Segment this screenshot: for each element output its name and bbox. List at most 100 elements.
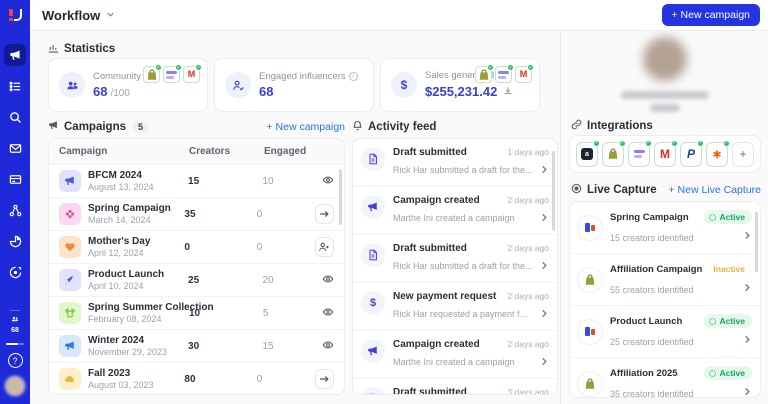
campaign-date: August 13, 2024 bbox=[88, 182, 154, 192]
new-campaign-link[interactable]: + New campaign bbox=[267, 121, 346, 133]
stat-value: 68 bbox=[93, 84, 108, 99]
paypal-integration-icon[interactable]: P ✓ bbox=[680, 139, 704, 167]
activity-desc: Marthe Ini created a campaign bbox=[393, 213, 515, 223]
magento-integration-icon[interactable]: M ✓ bbox=[515, 64, 534, 83]
chevron-right-icon[interactable] bbox=[743, 383, 752, 397]
capture-sub: 15 creators identified bbox=[610, 232, 694, 243]
campaigns-count-badge: 5 bbox=[133, 121, 149, 133]
chevron-right-icon[interactable] bbox=[540, 305, 549, 323]
help-button[interactable]: ? bbox=[7, 353, 23, 368]
link-icon bbox=[571, 119, 582, 133]
live-capture-item[interactable]: Affiliation Campaign Inactive 55 creator… bbox=[570, 254, 760, 306]
new-campaign-button[interactable]: + New campaign bbox=[661, 4, 760, 26]
campaigns-scrollbar[interactable] bbox=[339, 169, 342, 225]
eye-icon[interactable] bbox=[322, 273, 334, 288]
sidebar-item-pie[interactable] bbox=[4, 230, 26, 252]
campaign-row[interactable]: Winter 2024 November 29, 2023 30 15 bbox=[49, 330, 344, 363]
chevron-right-icon[interactable] bbox=[540, 257, 549, 275]
campaign-name: Winter 2024 bbox=[88, 335, 145, 346]
eye-icon[interactable] bbox=[322, 339, 334, 354]
sidebar-item-megaphone[interactable] bbox=[4, 44, 26, 66]
chevron-right-icon[interactable] bbox=[540, 209, 549, 227]
check-badge-icon: ✓ bbox=[195, 64, 202, 71]
capture-name: Product Launch bbox=[610, 315, 683, 327]
community-count-label: 68 bbox=[11, 326, 19, 334]
chevron-right-icon[interactable] bbox=[743, 279, 752, 297]
capture-sub: 35 creators identified bbox=[610, 388, 694, 398]
campaign-row[interactable]: Spring Campaign March 14, 2024 35 0 bbox=[49, 198, 344, 231]
activity-scrollbar[interactable] bbox=[552, 151, 555, 231]
campaign-date: November 29, 2023 bbox=[88, 347, 168, 357]
sidebar-item-card[interactable] bbox=[4, 168, 26, 190]
megaphone-icon bbox=[59, 335, 81, 357]
sidebar-item-list[interactable] bbox=[4, 75, 26, 97]
darkapp-integration-icon[interactable]: a ✓ bbox=[576, 139, 600, 167]
user-plus-icon[interactable] bbox=[314, 237, 334, 257]
stripe-integration-icon[interactable]: ✓ bbox=[628, 139, 652, 167]
live-capture-item[interactable]: Spring Campaign Active 15 creators ident… bbox=[570, 202, 760, 254]
chevron-right-icon[interactable] bbox=[540, 353, 549, 371]
eye-icon[interactable] bbox=[322, 174, 334, 189]
engaged-count: 5 bbox=[262, 307, 269, 319]
activity-item[interactable]: Draft submitted 3 days ago Rick Har subm… bbox=[353, 379, 557, 394]
activity-time: 1 days ago bbox=[507, 147, 549, 157]
chevron-right-icon[interactable] bbox=[743, 331, 752, 349]
check-badge-icon: ✓ bbox=[487, 64, 494, 71]
community-counter[interactable]: 68 bbox=[10, 310, 20, 335]
capture-name: Affiliation 2025 bbox=[610, 367, 678, 379]
download-icon[interactable] bbox=[503, 83, 513, 101]
chevron-down-icon[interactable] bbox=[106, 6, 115, 24]
live-capture-scrollbar[interactable] bbox=[755, 212, 758, 272]
stripe-integration-icon[interactable]: ✓ bbox=[163, 64, 182, 83]
activity-item[interactable]: Draft submitted 2 days ago Rick Har subm… bbox=[353, 235, 557, 283]
live-capture-item[interactable]: Affiliation 2025 Active 35 creators iden… bbox=[570, 358, 760, 398]
user-avatar[interactable] bbox=[5, 376, 25, 396]
heart-icon bbox=[59, 236, 81, 258]
campaign-row[interactable]: Product Launch April 10, 2024 25 20 bbox=[49, 264, 344, 297]
page-title[interactable]: Workflow bbox=[42, 8, 100, 23]
sidebar-item-capture[interactable] bbox=[4, 261, 26, 283]
stripe-integration-icon[interactable]: ✓ bbox=[495, 64, 514, 83]
shopify-integration-icon[interactable]: ✓ bbox=[602, 139, 626, 167]
shopify-integration-icon[interactable]: ✓ bbox=[143, 64, 162, 83]
shopify-integration-icon[interactable]: ✓ bbox=[475, 64, 494, 83]
rocket-icon bbox=[59, 269, 81, 291]
user-profile[interactable] bbox=[561, 31, 768, 115]
new-live-capture-link[interactable]: + New Live Capture bbox=[668, 184, 761, 196]
campaign-row[interactable]: Mother's Day April 12, 2024 0 0 bbox=[49, 231, 344, 264]
activity-item[interactable]: Campaign created 2 days ago Marthe Ini c… bbox=[353, 187, 557, 235]
sidebar-item-search[interactable] bbox=[4, 106, 26, 128]
activity-time: 2 days ago bbox=[507, 339, 549, 349]
sidebar-item-network[interactable] bbox=[4, 199, 26, 221]
live-capture-item[interactable]: Product Launch Active 25 creators identi… bbox=[570, 306, 760, 358]
widget-source-icon bbox=[578, 215, 602, 240]
chevron-right-icon[interactable] bbox=[540, 161, 549, 179]
sidebar-nav bbox=[4, 44, 26, 310]
stat-card: $ Sales generated i $255,231.42 ✓✓M✓ bbox=[380, 58, 540, 112]
engaged-count: 20 bbox=[262, 274, 274, 286]
magento-integration-icon[interactable]: M ✓ bbox=[183, 64, 202, 83]
info-icon[interactable]: i bbox=[348, 72, 358, 81]
activity-item[interactable]: Draft submitted 1 days ago Rick Har subm… bbox=[353, 139, 557, 187]
right-panel: Integrations a ✓ ✓ ✓ M ✓ P ✓ ∗ ✓ + Live Capture + … bbox=[560, 31, 768, 404]
arrow-icon[interactable] bbox=[314, 204, 334, 224]
activity-title: New payment request bbox=[393, 291, 497, 302]
magento-integration-icon[interactable]: M ✓ bbox=[654, 139, 678, 167]
zapier-integration-icon[interactable]: ∗ ✓ bbox=[706, 139, 730, 167]
activity-time: 2 days ago bbox=[507, 291, 549, 301]
sidebar-item-mail[interactable] bbox=[4, 137, 26, 159]
app-logo[interactable] bbox=[0, 0, 30, 30]
campaign-row[interactable]: Fall 2023 August 03, 2023 80 0 bbox=[49, 363, 344, 394]
activity-item[interactable]: Campaign created 2 days ago Marthe Ini c… bbox=[353, 331, 557, 379]
activity-item[interactable]: $ New payment request 2 days ago Rick Ha… bbox=[353, 283, 557, 331]
eye-icon[interactable] bbox=[322, 306, 334, 321]
add-integration-button[interactable]: + bbox=[732, 141, 754, 167]
chevron-right-icon[interactable] bbox=[743, 227, 752, 245]
activity-title: Campaign created bbox=[393, 339, 480, 350]
arrow-icon[interactable] bbox=[314, 369, 334, 389]
campaign-row[interactable]: Spring Summer Collection February 08, 20… bbox=[49, 297, 344, 330]
campaigns-header: Campaigns 5 + New campaign bbox=[48, 120, 345, 134]
user-check-icon bbox=[225, 72, 251, 98]
campaigns-table-header: Campaign Creators Engaged bbox=[49, 139, 344, 165]
campaign-row[interactable]: BFCM 2024 August 13, 2024 15 10 bbox=[49, 165, 344, 198]
